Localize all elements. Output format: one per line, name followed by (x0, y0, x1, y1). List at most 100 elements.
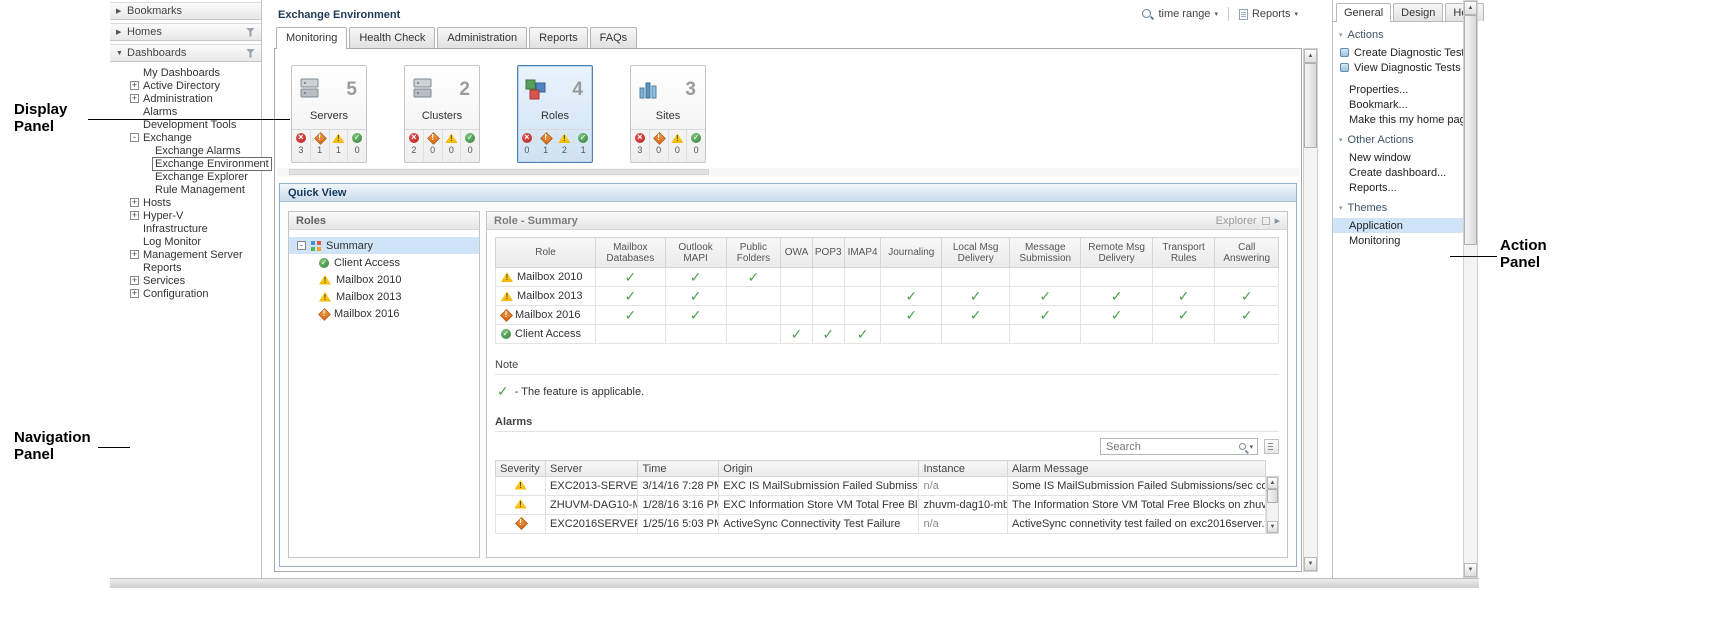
section-collapse-icon[interactable]: ▾ (1339, 204, 1343, 212)
warning-count[interactable]: 0 (443, 130, 462, 162)
scrollbar-thumb[interactable] (1267, 489, 1278, 503)
scroll-down-button[interactable]: ▼ (1464, 563, 1477, 577)
main-tab[interactable]: Monitoring (276, 27, 347, 49)
nav-tree-item[interactable]: - Exchange (110, 131, 261, 144)
actions-section-header[interactable]: ▾ Actions (1333, 22, 1463, 45)
table-options-icon[interactable] (1264, 439, 1279, 454)
expand-toggle-icon[interactable]: + (130, 198, 139, 207)
action-item[interactable]: Create Diagnostic Test... (1333, 45, 1463, 60)
roles-tree-item[interactable]: - Summary (289, 237, 479, 254)
warning-count[interactable]: 1 (330, 130, 349, 162)
tile-clusters[interactable]: 2 Clusters 2 0 0 0 (404, 65, 480, 163)
fatal-count[interactable]: 3 (292, 130, 311, 162)
scrollbar-track[interactable] (1304, 63, 1317, 557)
tile-sites[interactable]: 3 Sites 3 0 0 0 (630, 65, 706, 163)
expand-toggle-icon[interactable]: + (130, 289, 139, 298)
nav-tree-item[interactable]: Infrastructure (110, 222, 261, 235)
search-box[interactable]: ▾ (1100, 438, 1258, 455)
fatal-count[interactable]: 2 (405, 130, 424, 162)
scroll-up-button[interactable]: ▲ (1267, 477, 1278, 489)
nav-tree-item[interactable]: Alarms (110, 105, 261, 118)
nav-tree-item[interactable]: + Administration (110, 92, 261, 105)
other-action-item[interactable]: Create dashboard... (1333, 165, 1463, 180)
roles-tree-item[interactable]: Client Access (289, 254, 479, 271)
explorer-link[interactable]: Explorer ▶ (1216, 215, 1280, 227)
expand-toggle-icon[interactable]: + (130, 211, 139, 220)
nav-tree-item[interactable]: + Configuration (110, 287, 261, 300)
roles-tree-item[interactable]: Mailbox 2016 (289, 305, 479, 322)
alarm-message[interactable]: ActiveSync connetivity test failed on ex… (1008, 515, 1266, 534)
tiles-horizontal-scrollbar[interactable] (277, 168, 1299, 176)
expand-toggle-icon[interactable] (130, 237, 139, 246)
reports-menu[interactable]: Reports (1252, 8, 1291, 20)
scrollbar-track[interactable] (1267, 489, 1278, 521)
action-panel-tab[interactable]: General (1336, 3, 1391, 22)
alarm-message[interactable]: Some IS MailSubmission Failed Submission… (1008, 477, 1266, 496)
search-dropdown-arrow[interactable]: ▾ (1249, 443, 1253, 451)
nav-tree-item[interactable]: Exchange Environment (110, 157, 261, 170)
nav-tree-item[interactable]: + Active Directory (110, 79, 261, 92)
nav-tree-item[interactable]: + Hyper-V (110, 209, 261, 222)
nav-tree-item[interactable]: + Management Server (110, 248, 261, 261)
filter-icon[interactable] (246, 28, 255, 37)
action-panel-scrollbar[interactable]: ▲ ▼ (1463, 0, 1478, 578)
section-collapse-icon[interactable]: ▶ (116, 28, 127, 36)
theme-item[interactable]: Monitoring (1333, 233, 1463, 248)
action-item[interactable]: Make this my home page (1333, 112, 1463, 127)
expand-toggle-icon[interactable] (142, 159, 151, 168)
main-tab[interactable]: Administration (437, 27, 527, 48)
roles-tree-item[interactable]: Mailbox 2010 (289, 271, 479, 288)
nav-tree-item[interactable]: My Dashboards (110, 66, 261, 79)
scrollbar-thumb[interactable] (1304, 63, 1317, 148)
scrollbar-thumb[interactable] (1464, 15, 1477, 245)
nav-tree-item[interactable]: Reports (110, 261, 261, 274)
nav-section-header[interactable]: ▶ Bookmarks (110, 2, 261, 20)
time-range-icon[interactable] (1141, 8, 1154, 21)
fatal-count[interactable]: 0 (518, 130, 537, 162)
expand-toggle-icon[interactable] (130, 107, 139, 116)
expand-toggle-icon[interactable]: + (130, 94, 139, 103)
nav-tree-item[interactable]: + Services (110, 274, 261, 287)
normal-count[interactable]: 0 (687, 130, 705, 162)
nav-section-header[interactable]: ▶ Homes (110, 23, 261, 41)
nav-section-header[interactable]: ▼ Dashboards (110, 44, 261, 62)
action-item[interactable]: Bookmark... (1333, 97, 1463, 112)
section-collapse-icon[interactable]: ▾ (1339, 31, 1343, 39)
theme-item[interactable]: Application (1333, 218, 1463, 233)
expand-toggle-icon[interactable] (142, 146, 151, 155)
main-tab[interactable]: Reports (529, 27, 588, 48)
search-input[interactable] (1106, 441, 1239, 453)
normal-count[interactable]: 1 (574, 130, 592, 162)
nav-tree-item[interactable]: + Hosts (110, 196, 261, 209)
reports-dropdown-arrow[interactable]: ▾ (1294, 10, 1298, 18)
scrollbar-track[interactable] (1464, 15, 1477, 563)
other-action-item[interactable]: Reports... (1333, 180, 1463, 195)
critical-count[interactable]: 0 (424, 130, 443, 162)
time-range-dropdown-arrow[interactable]: ▾ (1214, 10, 1218, 18)
expand-toggle-icon[interactable]: - (297, 241, 306, 250)
scroll-up-button[interactable]: ▲ (1464, 1, 1477, 15)
warning-count[interactable]: 2 (556, 130, 575, 162)
other-actions-section-header[interactable]: ▾ Other Actions (1333, 127, 1463, 150)
main-scrollbar[interactable]: ▲ ▼ (1303, 48, 1318, 572)
time-range-selector[interactable]: time range (1158, 8, 1210, 20)
roles-tree-item[interactable]: Mailbox 2013 (289, 288, 479, 305)
warning-count[interactable]: 0 (669, 130, 688, 162)
critical-count[interactable]: 1 (537, 130, 556, 162)
expand-toggle-icon[interactable] (142, 185, 151, 194)
normal-count[interactable]: 0 (461, 130, 479, 162)
action-item[interactable]: Properties... (1333, 82, 1463, 97)
critical-count[interactable]: 1 (311, 130, 330, 162)
expand-toggle-icon[interactable] (130, 224, 139, 233)
critical-count[interactable]: 0 (650, 130, 669, 162)
nav-tree-item[interactable]: Exchange Alarms (110, 144, 261, 157)
main-tab[interactable]: Health Check (349, 27, 435, 48)
nav-tree-item[interactable]: Exchange Explorer (110, 170, 261, 183)
scroll-down-button[interactable]: ▼ (1267, 521, 1278, 533)
expand-toggle-icon[interactable] (130, 68, 139, 77)
tile-roles[interactable]: 4 Roles 0 1 2 1 (517, 65, 593, 163)
fatal-count[interactable]: 3 (631, 130, 650, 162)
section-collapse-icon[interactable]: ▾ (1339, 136, 1343, 144)
scroll-down-button[interactable]: ▼ (1304, 557, 1317, 571)
other-action-item[interactable]: New window (1333, 150, 1463, 165)
